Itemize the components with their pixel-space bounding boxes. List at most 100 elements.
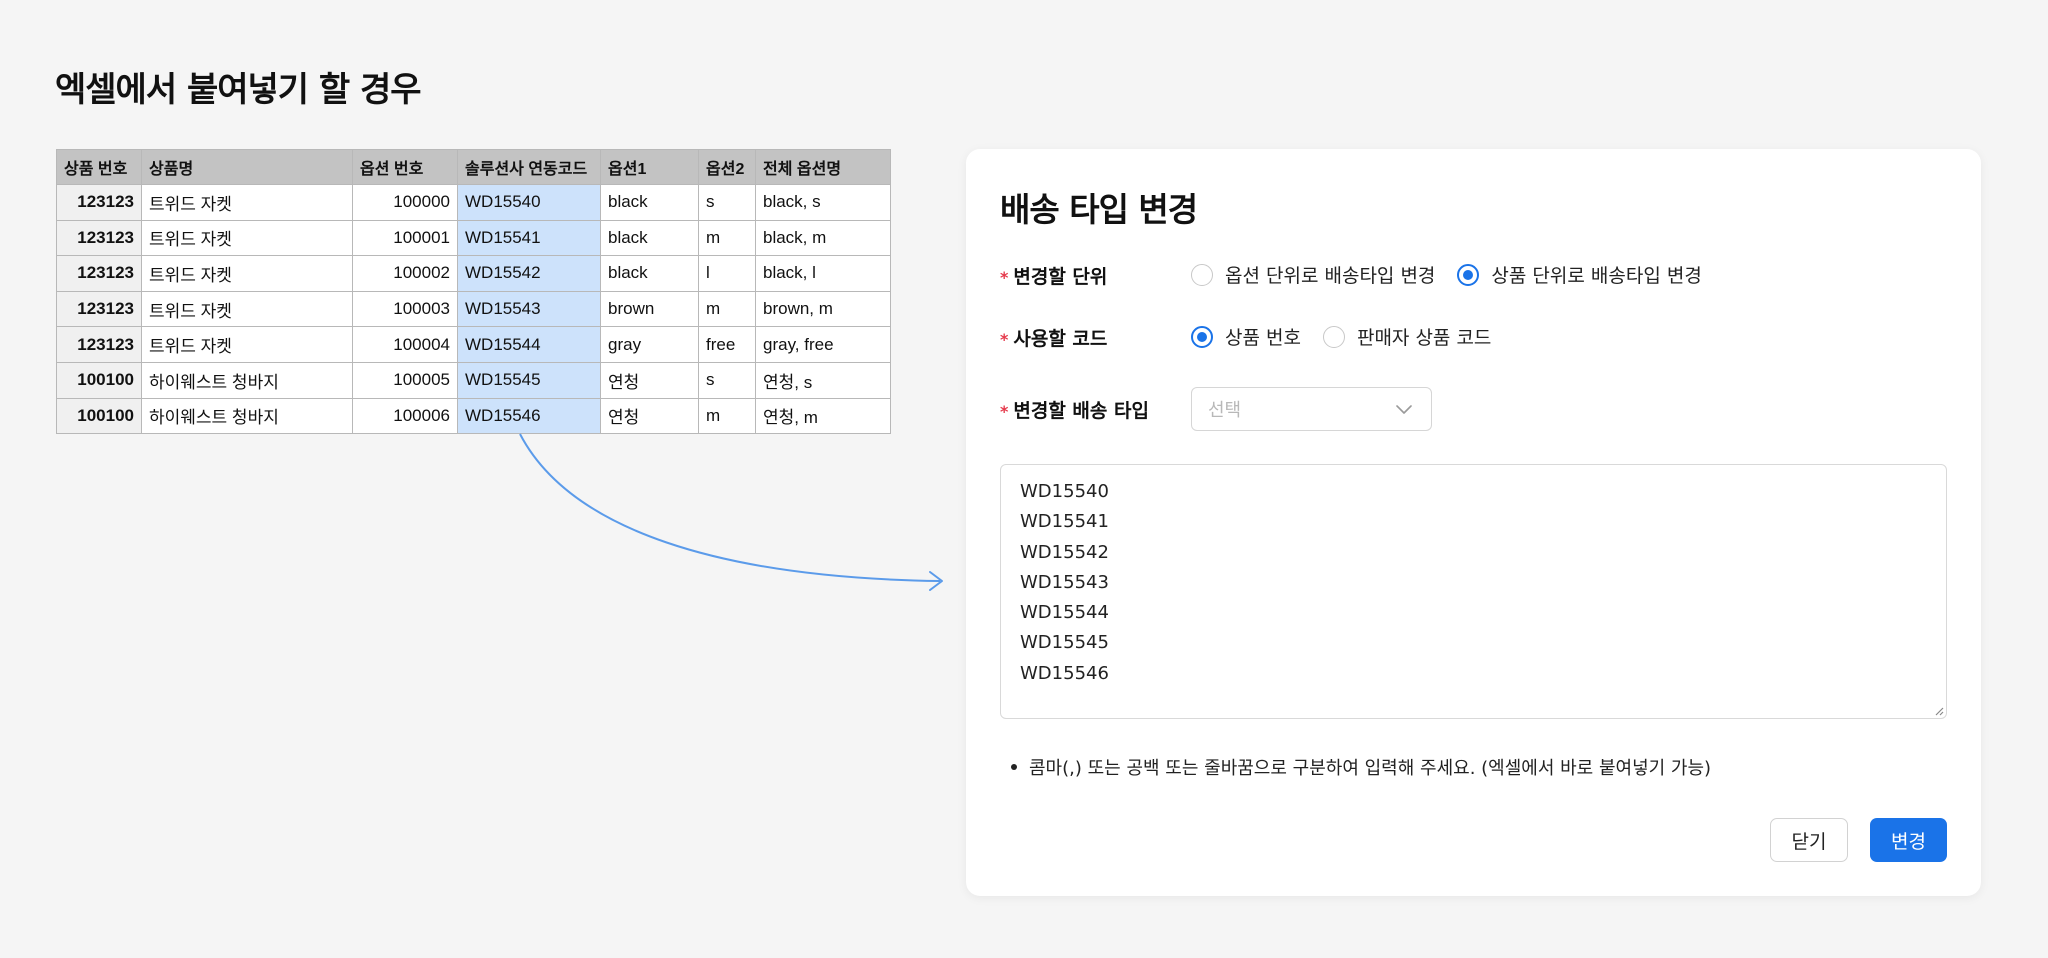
table-cell: WD15540 (457, 184, 601, 221)
spreadsheet-table: 상품 번호 상품명 옵션 번호 솔루션사 연동코드 옵션1 옵션2 전체 옵션명… (56, 149, 891, 435)
table-cell: 트위드 자켓 (141, 184, 353, 221)
required-mark: * (1000, 268, 1009, 287)
textarea-line: WD15545 (1020, 632, 1109, 654)
arrow-right-icon (929, 571, 943, 591)
table-row: 100100 하이웨스트 청바지 100006 WD15546 연청 m 연청, m (56, 397, 891, 435)
delivery-type-label-text: 변경할 배송 타입 (1013, 400, 1149, 422)
table-cell: m (698, 397, 756, 435)
column-header: 상품 번호 (56, 149, 142, 185)
radio-label: 옵션 단위로 배송타입 변경 (1225, 265, 1436, 287)
column-header: 옵션1 (600, 149, 699, 185)
required-mark: * (1000, 330, 1009, 349)
table-cell: l (698, 255, 756, 292)
table-cell: 연청 (600, 361, 699, 399)
table-cell: black, l (755, 255, 891, 292)
table-cell: black, s (755, 184, 891, 221)
table-cell: free (698, 326, 756, 363)
table-cell: black, m (755, 219, 891, 257)
page-title: 엑셀에서 붙여넣기 할 경우 (55, 70, 422, 110)
table-row: 123123 트위드 자켓 100000 WD15540 black s black, s (56, 184, 891, 221)
table-cell: gray (600, 326, 699, 363)
column-header: 옵션 번호 (352, 149, 458, 185)
column-header: 전체 옵션명 (755, 149, 891, 185)
textarea-line: WD15541 (1020, 511, 1109, 533)
textarea-line: WD15544 (1020, 602, 1109, 624)
code-radio-group: 상품 번호 판매자 상품 코드 (1191, 323, 1513, 350)
close-button[interactable]: 닫기 (1770, 818, 1848, 862)
table-cell: WD15543 (457, 290, 601, 328)
bullet-icon (1011, 764, 1017, 770)
unit-radio-group: 옵션 단위로 배송타입 변경 상품 단위로 배송타입 변경 (1191, 261, 1724, 288)
radio-circle-selected[interactable] (1457, 263, 1480, 286)
table-cell: 100006 (352, 397, 458, 435)
table-cell: 100100 (56, 397, 142, 435)
delivery-type-label: * 변경할 배송 타입 (1000, 396, 1149, 423)
table-cell: 연청, s (755, 361, 891, 399)
radio-product-unit[interactable]: 상품 단위로 배송타입 변경 (1457, 261, 1702, 288)
hint-text: 콤마(,) 또는 공백 또는 줄바꿈으로 구분하여 입력해 주세요. (엑셀에서… (1029, 758, 1712, 779)
table-cell: 123123 (56, 184, 142, 221)
table-cell: brown (600, 290, 699, 328)
table-cell: m (698, 290, 756, 328)
table-row: 123123 트위드 자켓 100003 WD15543 brown m brown, m (56, 290, 891, 328)
table-cell: 100000 (352, 184, 458, 221)
textarea-line: WD15546 (1020, 662, 1109, 684)
table-cell: 123123 (56, 290, 142, 328)
table-cell: 트위드 자켓 (141, 290, 353, 328)
delivery-type-select[interactable]: 선택 (1191, 387, 1432, 431)
code-textarea[interactable]: WD15540 WD15541 WD15542 WD15543 WD15544 … (1000, 464, 1947, 719)
table-cell: WD15546 (457, 397, 601, 435)
table-cell: 트위드 자켓 (141, 326, 353, 363)
required-mark: * (1000, 402, 1009, 421)
table-cell: WD15544 (457, 326, 601, 363)
table-cell: 100001 (352, 219, 458, 257)
table-cell: WD15545 (457, 361, 601, 399)
table-cell: black (600, 219, 699, 257)
textarea-line: WD15543 (1020, 571, 1109, 593)
textarea-line: WD15542 (1020, 541, 1109, 563)
table-row: 123123 트위드 자켓 100004 WD15544 gray free gray, f… (56, 326, 891, 363)
radio-label: 상품 단위로 배송타입 변경 (1491, 265, 1702, 287)
chevron-down-icon (1396, 405, 1412, 414)
textarea-line: WD15540 (1020, 481, 1109, 502)
input-hint: 콤마(,) 또는 공백 또는 줄바꿈으로 구분하여 입력해 주세요. (엑셀에서… (1011, 754, 1711, 780)
delivery-type-modal: 배송 타입 변경 * 변경할 단위 옵션 단위로 배송타입 변경 상품 단위로 배… (966, 149, 1981, 896)
table-cell: WD15542 (457, 255, 601, 292)
resize-handle-icon[interactable] (1934, 706, 1944, 716)
arrow-curve (519, 433, 941, 582)
table-cell: 트위드 자켓 (141, 255, 353, 292)
table-cell: s (698, 184, 756, 221)
column-header: 솔루션사 연동코드 (457, 149, 601, 185)
radio-label: 판매자 상품 코드 (1356, 327, 1492, 349)
table-cell: black (600, 184, 699, 221)
modal-title: 배송 타입 변경 (1000, 190, 1198, 229)
unit-label-text: 변경할 단위 (1013, 266, 1108, 288)
table-cell: 100005 (352, 361, 458, 399)
radio-seller-code[interactable]: 판매자 상품 코드 (1322, 323, 1492, 350)
table-header-row: 상품 번호 상품명 옵션 번호 솔루션사 연동코드 옵션1 옵션2 전체 옵션명 (56, 149, 891, 185)
radio-label: 상품 번호 (1225, 327, 1301, 349)
radio-circle-unselected[interactable] (1191, 263, 1213, 286)
table-cell: 하이웨스트 청바지 (141, 361, 353, 399)
table-cell: WD15541 (457, 219, 601, 257)
table-cell: gray, free (755, 326, 891, 363)
table-cell: 100100 (56, 361, 142, 399)
select-placeholder: 선택 (1208, 400, 1242, 421)
table-cell: 연청, m (755, 397, 891, 435)
table-cell: 연청 (600, 397, 699, 435)
radio-circle-selected[interactable] (1191, 325, 1213, 348)
table-cell: s (698, 361, 756, 399)
code-label: * 사용할 코드 (1000, 324, 1107, 351)
radio-product-number[interactable]: 상품 번호 (1191, 323, 1301, 350)
column-header: 상품명 (141, 149, 353, 185)
change-button[interactable]: 변경 (1870, 818, 1947, 862)
code-label-text: 사용할 코드 (1013, 328, 1108, 350)
table-cell: 하이웨스트 청바지 (141, 397, 353, 435)
table-cell: 100002 (352, 255, 458, 292)
radio-option-unit[interactable]: 옵션 단위로 배송타입 변경 (1191, 261, 1435, 288)
table-cell: 123123 (56, 326, 142, 363)
table-cell: 123123 (56, 255, 142, 292)
radio-circle-unselected[interactable] (1322, 325, 1345, 348)
table-cell: m (698, 219, 756, 257)
table-cell: 123123 (56, 219, 142, 257)
